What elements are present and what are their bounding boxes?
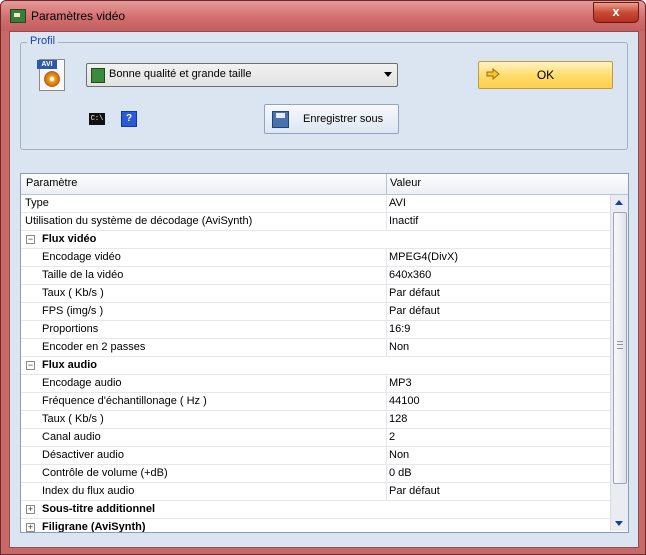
- row-parameter-name: Utilisation du système de décodage (AviS…: [25, 215, 253, 227]
- scroll-down-arrow-icon[interactable]: [615, 521, 623, 526]
- table-row[interactable]: FPS (img/s ) Par défaut: [21, 303, 611, 321]
- table-row[interactable]: Encodage audio MP3: [21, 375, 611, 393]
- row-value[interactable]: AVI: [389, 197, 406, 209]
- grid-category-row[interactable]: − Flux vidéo: [21, 231, 611, 249]
- table-row[interactable]: Canal audio 2: [21, 429, 611, 447]
- table-row[interactable]: Encoder en 2 passes Non: [21, 339, 611, 357]
- row-value[interactable]: MP3: [389, 377, 412, 389]
- row-parameter-name: Index du flux audio: [42, 485, 135, 497]
- row-parameter-name: Canal audio: [42, 431, 101, 443]
- collapse-icon[interactable]: −: [26, 361, 35, 370]
- row-value[interactable]: Non: [389, 341, 409, 353]
- row-parameter-name: FPS (img/s ): [42, 305, 104, 317]
- row-parameter-name: Désactiver audio: [42, 449, 124, 461]
- row-parameter-name: Sous-titre additionnel: [42, 503, 156, 515]
- grid-category-row[interactable]: + Sous-titre additionnel: [21, 501, 611, 519]
- grid-rows: Type AVI Utilisation du système de décodag…: [21, 195, 611, 533]
- row-parameter-name: Fréquence d'échantillonage ( Hz ): [42, 395, 207, 407]
- row-parameter-name: Flux vidéo: [42, 233, 97, 245]
- avi-format-icon: AVI: [37, 59, 65, 91]
- ok-button-label: OK: [536, 68, 555, 82]
- profile-group: Profil AVI Bonne qualité et grande taill…: [20, 35, 628, 150]
- video-settings-window: Paramètres vidéo x Profil AVI Bonne qual…: [0, 0, 646, 555]
- chevron-down-icon: [384, 72, 392, 77]
- profile-select-value: Bonne qualité et grande taille: [109, 68, 252, 80]
- floppy-disk-icon: [272, 111, 289, 128]
- dialog-body: Profil AVI Bonne qualité et grande taill…: [9, 31, 639, 548]
- row-value[interactable]: Non: [389, 449, 409, 461]
- table-row[interactable]: Fréquence d'échantillonage ( Hz ) 44100: [21, 393, 611, 411]
- arrow-right-icon: [486, 68, 500, 80]
- table-row[interactable]: Taille de la vidéo 640x360: [21, 267, 611, 285]
- profile-group-label: Profil: [27, 35, 59, 47]
- parameters-grid: Paramètre Valeur Type AVI Utilisation du s…: [20, 173, 629, 533]
- ok-button[interactable]: OK: [478, 61, 613, 89]
- table-row[interactable]: Encodage vidéo MPEG4(DivX): [21, 249, 611, 267]
- row-value[interactable]: 44100: [389, 395, 420, 407]
- row-parameter-name: Filigrane (AviSynth): [42, 521, 146, 533]
- close-button[interactable]: x: [593, 2, 639, 23]
- app-icon: [10, 9, 26, 23]
- row-parameter-name: Encoder en 2 passes: [42, 341, 146, 353]
- collapse-icon[interactable]: −: [26, 235, 35, 244]
- row-parameter-name: Taille de la vidéo: [42, 269, 124, 281]
- film-icon: [91, 68, 105, 83]
- scrollbar-thumb[interactable]: [613, 212, 627, 484]
- row-value[interactable]: 128: [389, 413, 407, 425]
- save-as-button[interactable]: Enregistrer sous: [264, 104, 399, 134]
- disc-icon: [44, 71, 60, 87]
- table-row[interactable]: Contrôle de volume (+dB) 0 dB: [21, 465, 611, 483]
- grid-header: Paramètre Valeur: [21, 174, 628, 195]
- command-line-icon[interactable]: C:\: [89, 113, 105, 125]
- row-parameter-name: Type: [25, 197, 49, 209]
- expand-icon[interactable]: +: [26, 505, 35, 514]
- expand-icon[interactable]: +: [26, 523, 35, 532]
- table-row[interactable]: Taux ( Kb/s ) 128: [21, 411, 611, 429]
- row-parameter-name: Encodage vidéo: [42, 251, 121, 263]
- row-value[interactable]: Par défaut: [389, 485, 440, 497]
- title-bar[interactable]: Paramètres vidéo x: [1, 1, 645, 31]
- table-row[interactable]: Proportions 16:9: [21, 321, 611, 339]
- row-value[interactable]: MPEG4(DivX): [389, 251, 458, 263]
- column-header-parameter[interactable]: Paramètre: [26, 177, 77, 189]
- row-parameter-name: Taux ( Kb/s ): [42, 287, 104, 299]
- row-value[interactable]: 640x360: [389, 269, 431, 281]
- grid-category-row[interactable]: − Flux audio: [21, 357, 611, 375]
- row-value[interactable]: 0 dB: [389, 467, 412, 479]
- table-row[interactable]: Type AVI: [21, 195, 611, 213]
- row-value[interactable]: Par défaut: [389, 305, 440, 317]
- row-parameter-name: Taux ( Kb/s ): [42, 413, 104, 425]
- vertical-scrollbar[interactable]: [610, 195, 628, 531]
- row-value[interactable]: Par défaut: [389, 287, 440, 299]
- table-row[interactable]: Taux ( Kb/s ) Par défaut: [21, 285, 611, 303]
- table-row[interactable]: Désactiver audio Non: [21, 447, 611, 465]
- window-title: Paramètres vidéo: [31, 9, 126, 23]
- row-parameter-name: Contrôle de volume (+dB): [42, 467, 168, 479]
- row-value[interactable]: Inactif: [389, 215, 418, 227]
- grip-icon: [617, 341, 623, 349]
- table-row[interactable]: Index du flux audio Par défaut: [21, 483, 611, 501]
- row-parameter-name: Proportions: [42, 323, 99, 335]
- grid-category-row[interactable]: + Filigrane (AviSynth): [21, 519, 611, 533]
- row-value[interactable]: 16:9: [389, 323, 410, 335]
- scroll-up-arrow-icon[interactable]: [615, 200, 623, 205]
- row-parameter-name: Flux audio: [42, 359, 97, 371]
- row-value[interactable]: 2: [389, 431, 395, 443]
- profile-select[interactable]: Bonne qualité et grande taille: [86, 63, 398, 87]
- avi-format-icon-label: AVI: [37, 60, 57, 69]
- save-as-button-label: Enregistrer sous: [303, 113, 384, 125]
- table-row[interactable]: Utilisation du système de décodage (AviS…: [21, 213, 611, 231]
- help-icon[interactable]: ?: [121, 111, 137, 127]
- column-header-value[interactable]: Valeur: [390, 177, 421, 189]
- row-parameter-name: Encodage audio: [42, 377, 122, 389]
